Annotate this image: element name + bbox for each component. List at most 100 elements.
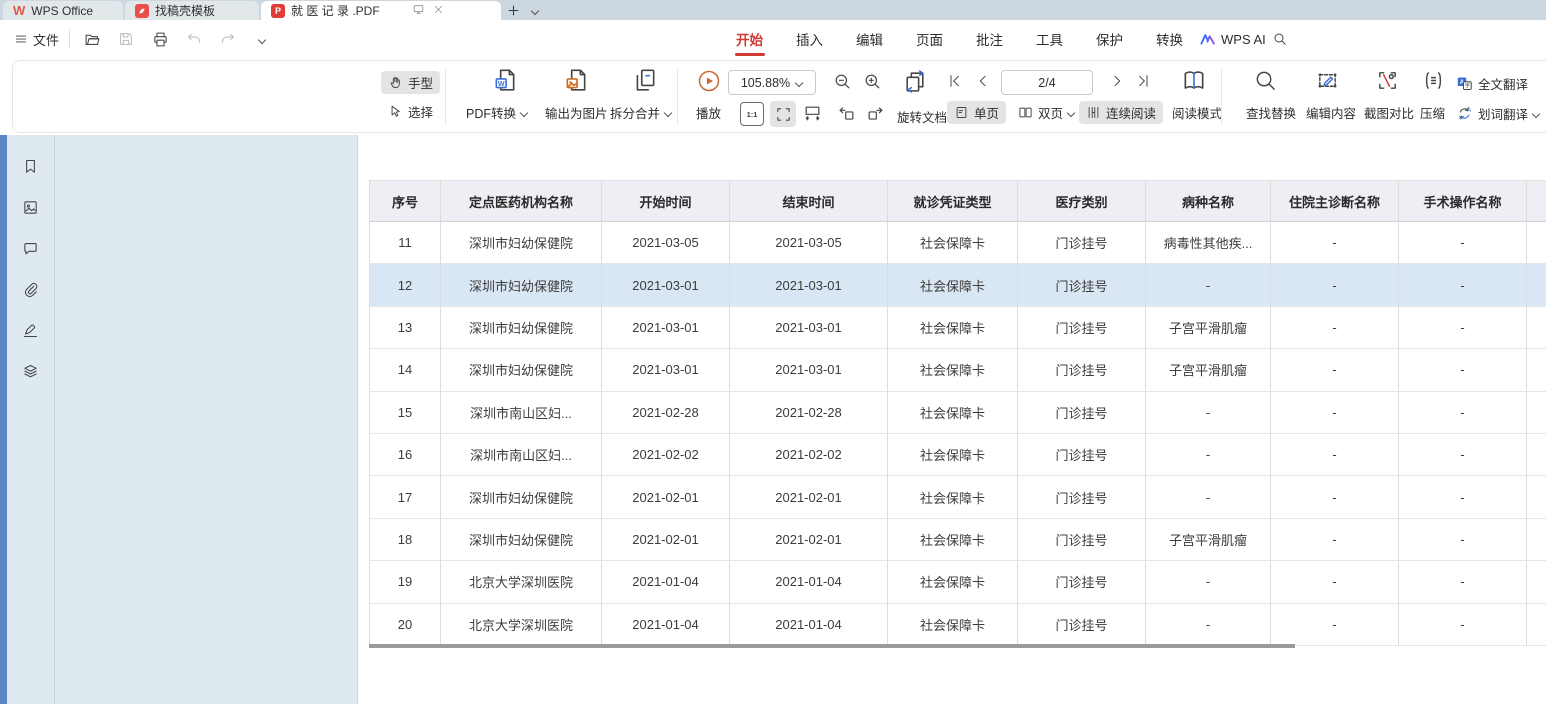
rotate-document-icon[interactable] <box>903 69 928 94</box>
enter-workspace-icon[interactable] <box>412 3 425 19</box>
header-cell: 医疗类别 <box>1018 180 1146 222</box>
table-cell: 2021-03-01 <box>602 349 730 391</box>
table-cell <box>1527 604 1546 646</box>
thumbnail-icon[interactable] <box>22 198 40 216</box>
table-row: 12深圳市妇幼保健院2021-03-012021-03-01社会保障卡门诊挂号-… <box>369 264 1546 306</box>
table-cell: 深圳市妇幼保健院 <box>441 349 602 391</box>
signature-icon[interactable] <box>22 321 40 339</box>
table-cell: 18 <box>369 519 441 561</box>
header-cell: 就诊凭证类型 <box>888 180 1018 222</box>
rotate-right-icon[interactable] <box>866 104 885 123</box>
file-menu-button[interactable]: 文件 <box>14 30 59 49</box>
rotate-document-label: 旋转文档 <box>897 107 947 126</box>
table-cell: 2021-02-02 <box>730 434 888 476</box>
page-number-input[interactable]: 2/4 <box>1001 70 1093 95</box>
play-icon <box>689 69 729 93</box>
menu-bar: 文件 开始 插入 编辑 页面 批注 <box>0 20 1546 58</box>
menu-search-icon[interactable] <box>1272 20 1288 58</box>
print-icon[interactable] <box>148 27 172 51</box>
select-tool-label: 选择 <box>408 102 433 121</box>
play-label: 播放 <box>696 103 721 122</box>
split-merge-button[interactable]: 拆分合并 <box>603 101 679 124</box>
last-page-icon[interactable] <box>1135 73 1151 89</box>
tab-list-chevron-icon[interactable] <box>526 1 545 20</box>
quick-access-chevron-icon[interactable] <box>250 27 274 51</box>
first-page-icon[interactable] <box>947 73 963 89</box>
menu-tab-comment[interactable]: 批注 <box>976 20 1003 58</box>
table-cell <box>1527 434 1546 476</box>
table-cell: 子宫平滑肌瘤 <box>1146 307 1271 349</box>
rotate-left-icon[interactable] <box>837 104 856 123</box>
table-cell: 社会保障卡 <box>888 392 1018 434</box>
tab-docer-template[interactable]: 找稿壳模板 <box>125 1 259 20</box>
double-page-button[interactable]: 双页 <box>1011 101 1082 124</box>
find-replace-button[interactable]: 查找替换 <box>1239 101 1303 124</box>
menu-tab-convert[interactable]: 转换 <box>1156 20 1183 58</box>
table-cell: 社会保障卡 <box>888 561 1018 603</box>
save-icon[interactable] <box>114 27 138 51</box>
table-cell: - <box>1271 307 1399 349</box>
table-cell: - <box>1146 392 1271 434</box>
wps-ai-button[interactable]: WPS AI <box>1200 20 1266 58</box>
table-row: 18深圳市妇幼保健院2021-02-012021-02-01社会保障卡门诊挂号子… <box>369 519 1546 561</box>
table-cell <box>1527 519 1546 561</box>
actual-size-button[interactable]: 1:1 <box>740 102 764 126</box>
zoom-level-select[interactable]: 105.88% <box>728 70 816 95</box>
zoom-in-icon[interactable] <box>863 72 882 91</box>
header-cell: 定点医药机构名称 <box>441 180 602 222</box>
export-image-label: 输出为图片 <box>545 103 608 122</box>
redo-icon[interactable] <box>216 27 240 51</box>
full-translate-button[interactable]: A字 全文翻译 <box>1449 72 1535 95</box>
table-row: 15深圳市南山区妇...2021-02-282021-02-28社会保障卡门诊挂… <box>369 392 1546 434</box>
docer-icon <box>135 4 149 18</box>
tab-document-active[interactable]: P 就 医 记 录 .PDF <box>261 1 501 20</box>
word-translate-button[interactable]: xA 划词翻译 <box>1449 102 1546 125</box>
word-translate-icon: xA <box>1456 105 1473 122</box>
comment-icon[interactable] <box>22 239 40 257</box>
menu-tab-home[interactable]: 开始 <box>736 20 763 58</box>
zoom-out-icon[interactable] <box>833 72 852 91</box>
menu-tab-edit[interactable]: 编辑 <box>856 20 883 58</box>
table-row: 19北京大学深圳医院2021-01-042021-01-04社会保障卡门诊挂号-… <box>369 561 1546 603</box>
table-cell: 深圳市南山区妇... <box>441 392 602 434</box>
compress-button[interactable]: 压缩 <box>1413 101 1452 124</box>
navigation-panel[interactable] <box>56 135 357 704</box>
read-mode-button[interactable]: 阅读模式 <box>1165 101 1229 124</box>
menu-tab-insert[interactable]: 插入 <box>796 20 823 58</box>
tab-wps-office[interactable]: W WPS Office <box>3 1 123 20</box>
menu-tab-page[interactable]: 页面 <box>916 20 943 58</box>
new-tab-button[interactable] <box>501 1 526 20</box>
menu-tab-tools[interactable]: 工具 <box>1036 20 1063 58</box>
close-tab-icon[interactable] <box>433 4 444 18</box>
pdf-page[interactable]: 序号定点医药机构名称开始时间结束时间就诊凭证类型医疗类别病种名称住院主诊断名称手… <box>357 135 1546 704</box>
hand-tool-button[interactable]: 手型 <box>381 71 440 94</box>
fit-page-button[interactable] <box>770 101 796 127</box>
divider <box>445 69 446 125</box>
bookmark-icon[interactable] <box>22 157 40 175</box>
select-tool-button[interactable]: 选择 <box>381 100 440 123</box>
word-translate-label: 划词翻译 <box>1478 104 1528 123</box>
open-file-icon[interactable] <box>80 27 104 51</box>
single-page-icon <box>954 105 969 120</box>
undo-icon[interactable] <box>182 27 206 51</box>
edit-content-button[interactable]: 编辑内容 <box>1299 101 1363 124</box>
prev-page-icon[interactable] <box>975 73 991 89</box>
play-button[interactable]: 播放 <box>689 101 728 124</box>
next-page-icon[interactable] <box>1109 73 1125 89</box>
divider <box>677 69 678 125</box>
svg-text:A: A <box>1467 108 1471 114</box>
window-tab-bar: W WPS Office 找稿壳模板 P 就 医 记 录 .PDF <box>0 0 1546 20</box>
fit-width-button[interactable] <box>803 104 822 123</box>
pdf-convert-button[interactable]: PDF转换 <box>459 101 535 124</box>
menu-tab-protect[interactable]: 保护 <box>1096 20 1123 58</box>
tab-label: 找稿壳模板 <box>155 2 215 19</box>
attachment-icon[interactable] <box>22 280 40 298</box>
table-cell: 12 <box>369 264 441 306</box>
single-page-button[interactable]: 单页 <box>947 101 1006 124</box>
compress-icon <box>1417 69 1449 92</box>
toolbar: 手型 选择 W PDF转换 输出为图片 拆分合并 <box>12 60 1546 133</box>
read-mode-label: 阅读模式 <box>1172 103 1222 122</box>
continuous-read-button[interactable]: 连续阅读 <box>1079 101 1163 124</box>
layers-icon[interactable] <box>22 362 40 380</box>
screenshot-compare-button[interactable]: 截图对比 <box>1357 101 1421 124</box>
